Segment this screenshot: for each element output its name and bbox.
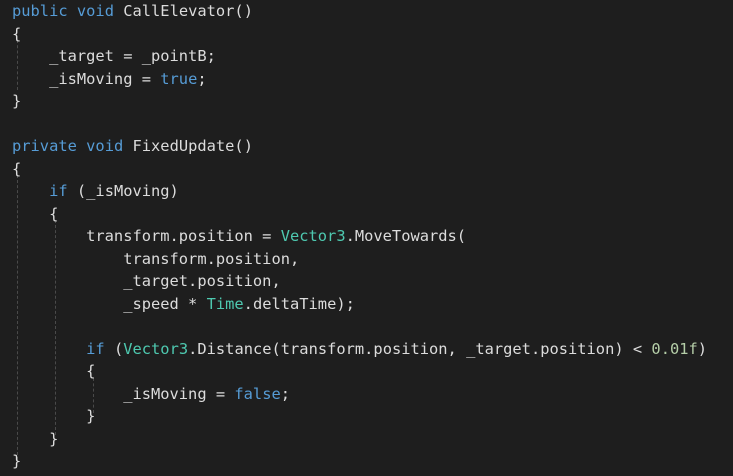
- code-token: {: [12, 204, 59, 223]
- code-line: public void CallElevator(): [12, 0, 707, 23]
- code-line: }: [12, 450, 707, 473]
- code-token: if: [49, 182, 68, 200]
- code-token: false: [234, 384, 281, 403]
- code-text[interactable]: public void CallElevator(){ _target = _p…: [12, 0, 707, 473]
- code-token: 0.01f: [651, 339, 698, 358]
- code-line: _isMoving = true;: [12, 68, 707, 91]
- code-token: _speed *: [12, 294, 207, 313]
- code-token: .MoveTowards(: [345, 227, 467, 245]
- code-line: _target = _pointB;: [12, 45, 707, 68]
- code-token: (: [104, 339, 124, 358]
- code-token: FixedUpdate(): [123, 137, 253, 155]
- code-token: _isMoving =: [12, 69, 161, 88]
- code-token: _target = _pointB;: [12, 47, 216, 65]
- code-line: }: [12, 90, 707, 113]
- code-line: _isMoving = false;: [12, 383, 707, 406]
- code-token: {: [12, 24, 22, 43]
- code-line: transform.position,: [12, 248, 707, 271]
- code-token: }: [12, 407, 96, 425]
- code-token: transform.position =: [12, 227, 281, 245]
- code-token: _target.position,: [12, 272, 281, 290]
- code-token: Vector3: [123, 339, 189, 358]
- code-line: }: [12, 428, 707, 451]
- code-token: Vector3: [280, 227, 346, 245]
- code-line: {: [12, 203, 707, 226]
- code-token: .Distance(transform.position, _target.po…: [188, 339, 652, 358]
- code-token: private: [12, 137, 77, 155]
- code-token: .deltaTime);: [243, 294, 355, 313]
- code-token: }: [12, 429, 59, 448]
- code-token: {: [12, 159, 22, 178]
- code-line: private void FixedUpdate(): [12, 135, 707, 158]
- code-line: _target.position,: [12, 270, 707, 293]
- code-token: _isMoving =: [12, 384, 235, 403]
- code-line: }: [12, 405, 707, 428]
- code-token: Time: [206, 294, 244, 313]
- code-token: ;: [197, 69, 207, 88]
- code-line: {: [12, 23, 707, 46]
- code-token: {: [12, 362, 96, 380]
- code-token: void: [76, 2, 114, 20]
- code-line: if (_isMoving): [12, 180, 707, 203]
- code-token: }: [12, 92, 22, 110]
- code-token: if: [86, 339, 105, 358]
- code-line: {: [12, 158, 707, 181]
- code-token: (_isMoving): [67, 182, 179, 200]
- code-line: transform.position = Vector3.MoveTowards…: [12, 225, 707, 248]
- code-editor[interactable]: public void CallElevator(){ _target = _p…: [0, 0, 733, 476]
- code-token: true: [160, 69, 198, 88]
- code-token: ): [697, 339, 708, 358]
- code-line: _speed * Time.deltaTime);: [12, 293, 707, 316]
- code-line: {: [12, 360, 707, 383]
- code-token: void: [86, 137, 124, 155]
- code-token: }: [12, 452, 22, 470]
- code-token: ;: [280, 384, 291, 403]
- code-token: CallElevator(): [113, 2, 253, 20]
- code-line: if (Vector3.Distance(transform.position,…: [12, 338, 707, 361]
- code-token: public: [12, 2, 68, 20]
- code-token: transform.position,: [12, 249, 300, 268]
